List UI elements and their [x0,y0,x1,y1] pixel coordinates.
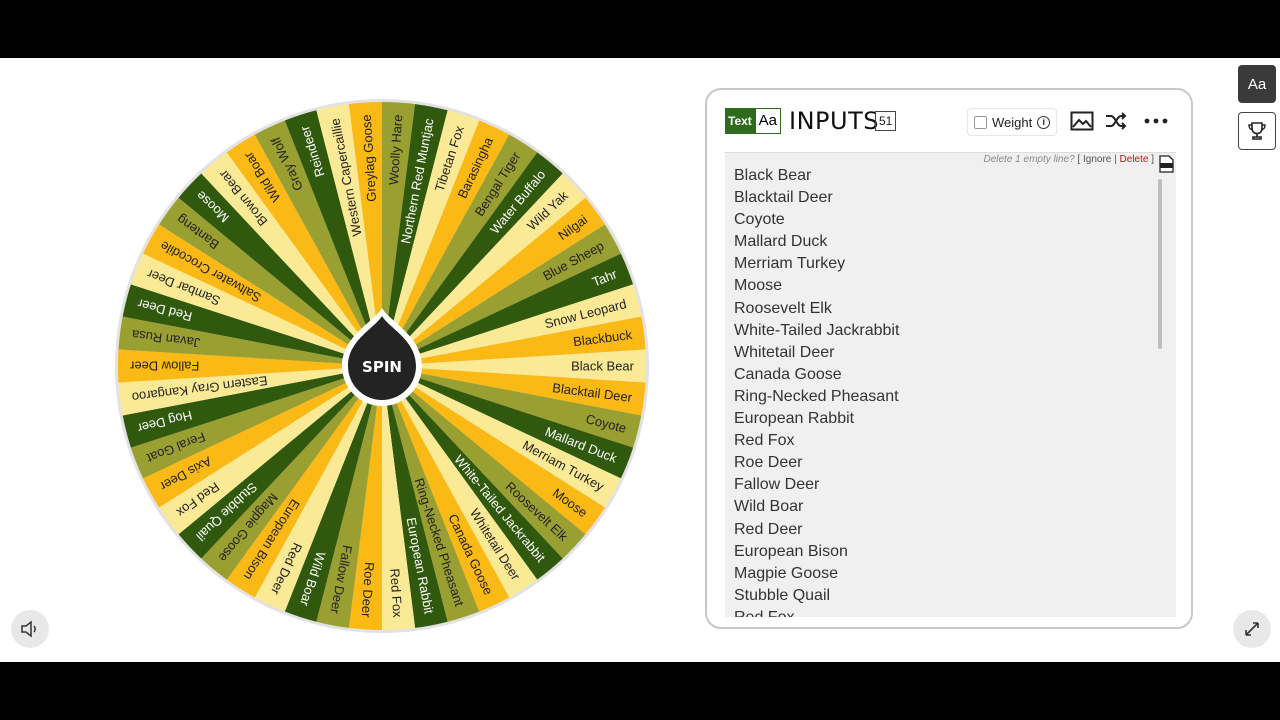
input-line[interactable]: Merriam Turkey [734,253,899,275]
image-button[interactable] [1069,108,1095,134]
more-button[interactable] [1143,108,1169,134]
more-icon [1144,118,1168,124]
font-style-icon: Aa [754,108,781,134]
spin-label: SPIN [362,358,402,376]
inputs-title: INPUTS [789,107,879,135]
bracket-close: ] [1151,154,1154,165]
input-line[interactable]: Whitetail Deer [734,342,899,364]
input-line[interactable]: White-Tailed Jackrabbit [734,320,899,342]
input-line[interactable]: European Rabbit [734,408,899,430]
shuffle-icon [1106,112,1127,130]
info-icon[interactable]: i [1037,115,1051,129]
ignore-link[interactable]: Ignore [1083,154,1111,165]
input-line[interactable]: Coyote [734,209,899,231]
weight-label: Weight [992,114,1033,130]
input-line[interactable]: Ring-Necked Pheasant [734,386,899,408]
text-mode-badge[interactable]: Text Aa [725,108,781,134]
trophy-icon [1248,122,1266,140]
theme-button[interactable]: Aa [1238,65,1276,103]
input-line[interactable]: Fallow Deer [734,474,899,496]
wheel-slice-label: Red Fox [387,568,405,618]
input-line[interactable]: Roe Deer [734,452,899,474]
app-stage: Black Bear Blacktail Deer Coyote Mallard Du… [0,58,1280,662]
input-line[interactable]: Black Bear [734,165,899,187]
input-line[interactable]: Red Fox [734,607,899,617]
spin-wheel[interactable]: Black BearBlacktail DeerCoyoteMallard Du… [110,94,654,638]
inputs-panel: Text Aa INPUTS 51 Weight i Delete 1 empt… [705,88,1193,629]
inputs-count-badge: 51 [875,111,897,131]
wheel-slice-label: Fallow Deer [129,359,199,374]
input-line[interactable]: European Bison [734,541,899,563]
weight-checkbox[interactable] [974,115,987,129]
inputs-textarea[interactable]: Delete 1 empty line? [ Ignore | Delete ]… [725,152,1176,617]
weight-toggle[interactable]: Weight i [967,108,1058,136]
results-button[interactable] [1238,112,1276,150]
input-line[interactable]: Canada Goose [734,364,899,386]
input-line[interactable]: Magpie Goose [734,563,899,585]
scrollbar[interactable] [1158,179,1162,349]
font-style-icon: Aa [1247,75,1267,93]
input-line[interactable]: Wild Boar [734,496,899,518]
fullscreen-icon [1245,622,1259,636]
input-line[interactable]: Mallard Duck [734,231,899,253]
inputs-list: Black Bear Blacktail Deer Coyote Mallard Du… [734,165,899,617]
shuffle-button[interactable] [1103,108,1129,134]
empty-line-prompt: Delete 1 empty line? [983,154,1075,165]
input-line[interactable]: Blacktail Deer [734,187,899,209]
speaker-icon [21,620,36,638]
input-line[interactable]: Stubble Quail [734,585,899,607]
bracket-open: [ [1077,154,1081,165]
text-mode-label: Text [725,108,755,134]
input-line[interactable]: Roosevelt Elk [734,298,899,320]
image-icon [1070,111,1094,131]
input-line[interactable]: Moose [734,275,899,297]
fullscreen-button[interactable] [1233,610,1271,648]
empty-line-notice: Delete 1 empty line? [ Ignore | Delete ] [983,154,1154,165]
csv-file-icon[interactable] [1159,155,1174,173]
separator: | [1114,154,1117,165]
input-line[interactable]: Red Fox [734,430,899,452]
input-line[interactable]: Red Deer [734,519,899,541]
sound-button[interactable] [11,610,49,648]
wheel-slice-label: Black Bear [571,359,635,374]
delete-link[interactable]: Delete [1120,154,1149,165]
